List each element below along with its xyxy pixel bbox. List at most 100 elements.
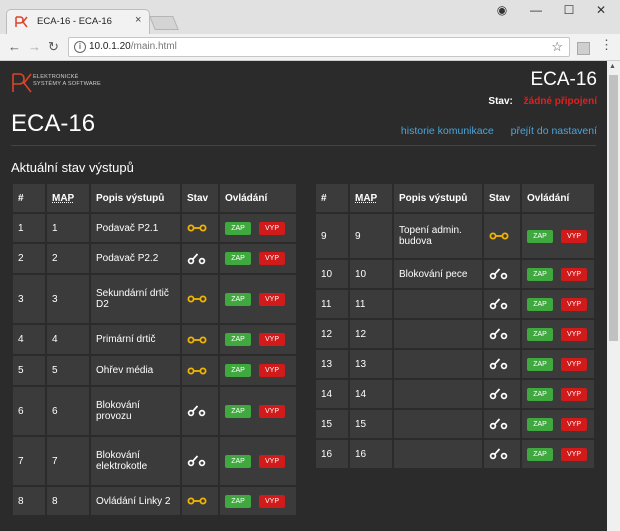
output-description [394,320,482,348]
vyp-button[interactable]: VYP [259,333,285,346]
output-description: Ovládání Linky 2 [91,487,180,515]
col-control: Ovládání [522,184,594,212]
output-map: 10 [350,260,392,288]
vyp-button[interactable]: VYP [561,229,587,243]
zap-button[interactable]: ZAP [527,327,553,341]
vyp-button[interactable]: VYP [259,292,285,306]
col-map: MAP [47,184,89,212]
zap-button[interactable]: ZAP [527,357,553,371]
zap-button[interactable]: ZAP [527,267,553,281]
vyp-button[interactable]: VYP [561,267,587,281]
maximize-button[interactable]: ☐ [558,3,580,17]
device-title: ECA-16 [530,69,597,90]
zap-button[interactable]: ZAP [225,494,251,508]
zap-button[interactable]: ZAP [527,387,553,401]
col-description: Popis výstupů [91,184,180,212]
zap-button[interactable]: ZAP [225,292,251,306]
zap-button[interactable]: ZAP [527,417,553,431]
contact-open-icon [489,358,508,370]
browser-menu-icon[interactable]: ⋮ [600,38,613,51]
output-map: 15 [350,410,392,438]
forward-button[interactable]: → [28,39,41,54]
vyp-button[interactable]: VYP [561,387,587,401]
browser-titlebar: ECA-16 - ECA-16 × ◉ — ☐ ✕ [0,0,620,34]
info-icon[interactable]: i [74,41,86,53]
address-bar[interactable]: i 10.0.1.20/main.html ☆ [68,37,570,57]
output-state [484,380,520,408]
table-row: 7 7 Blokování elektrokotle ZAP VYP [13,437,296,485]
page-scrollbar[interactable]: ▲ [607,61,620,531]
vyp-button[interactable]: VYP [259,494,285,508]
vyp-button[interactable]: VYP [561,417,587,431]
back-button[interactable]: ← [8,39,21,54]
url-text: 10.0.1.20/main.html [89,41,177,52]
scroll-up-icon[interactable]: ▲ [609,63,616,70]
zap-button[interactable]: ZAP [225,221,251,235]
settings-link[interactable]: přejít do nastavení [511,125,597,137]
close-window-button[interactable]: ✕ [590,3,612,17]
extension-icon[interactable] [577,42,590,55]
history-link[interactable]: historie komunikace [401,125,494,137]
status-value: žádné připojení [523,96,597,107]
tab-close-icon[interactable]: × [135,14,141,26]
contact-open-icon [489,388,508,400]
zap-button[interactable]: ZAP [225,404,251,418]
output-description: Podavač P2.1 [91,214,180,242]
output-controls: ZAP VYP [522,290,594,318]
output-state [484,260,520,288]
page-content: ELEKTRONICKÉ SYSTÉMY A SOFTWARE ECA-16 S… [0,61,607,531]
vyp-button[interactable]: VYP [259,221,285,235]
output-description [394,410,482,438]
vyp-button[interactable]: VYP [259,252,285,265]
table-row: 5 5 Ohřev média ZAP VYP [13,356,296,385]
browser-tab[interactable]: ECA-16 - ECA-16 × [6,9,150,34]
vyp-button[interactable]: VYP [561,327,587,341]
contact-open-icon [187,405,206,417]
output-state [484,214,520,258]
col-map: MAP [350,184,392,212]
output-state [182,244,218,273]
output-number: 14 [316,380,348,408]
reload-button[interactable]: ↻ [48,39,59,55]
bookmark-star-icon[interactable]: ☆ [551,39,563,55]
output-description [394,350,482,378]
scrollbar-thumb[interactable] [609,75,618,341]
output-controls: ZAP VYP [522,410,594,438]
vyp-button[interactable]: VYP [561,357,587,371]
zap-button[interactable]: ZAP [527,297,553,311]
output-number: 12 [316,320,348,348]
minimize-button[interactable]: — [525,3,547,17]
connection-status: Stav: žádné připojení [488,96,597,107]
table-row: 12 12 ZAP VYP [316,320,594,348]
zap-button[interactable]: ZAP [225,252,251,265]
contact-closed-icon [489,232,509,240]
table-row: 13 13 ZAP VYP [316,350,594,378]
output-map: 7 [47,437,89,485]
account-icon[interactable]: ◉ [491,3,513,17]
zap-button[interactable]: ZAP [527,447,553,461]
vyp-button[interactable]: VYP [561,447,587,461]
output-map: 1 [47,214,89,242]
vyp-button[interactable]: VYP [259,364,285,377]
zap-button[interactable]: ZAP [225,333,251,346]
vyp-button[interactable]: VYP [259,404,285,418]
new-tab-button[interactable] [149,16,179,30]
zap-button[interactable]: ZAP [527,229,553,243]
divider [11,145,596,146]
output-controls: ZAP VYP [522,260,594,288]
vyp-button[interactable]: VYP [259,454,285,468]
contact-open-icon [489,448,508,460]
zap-button[interactable]: ZAP [225,364,251,377]
vyp-button[interactable]: VYP [561,297,587,311]
output-description: Blokování provozu [91,387,180,435]
company-logo: ELEKTRONICKÉ SYSTÉMY A SOFTWARE [11,72,101,94]
logo-text: ELEKTRONICKÉ SYSTÉMY A SOFTWARE [33,74,101,87]
output-state [484,290,520,318]
output-number: 16 [316,440,348,468]
output-map: 2 [47,244,89,273]
contact-closed-icon [187,224,207,232]
page-title: ECA-16 [11,110,96,137]
output-map: 5 [47,356,89,385]
zap-button[interactable]: ZAP [225,454,251,468]
col-state: Stav [484,184,520,212]
